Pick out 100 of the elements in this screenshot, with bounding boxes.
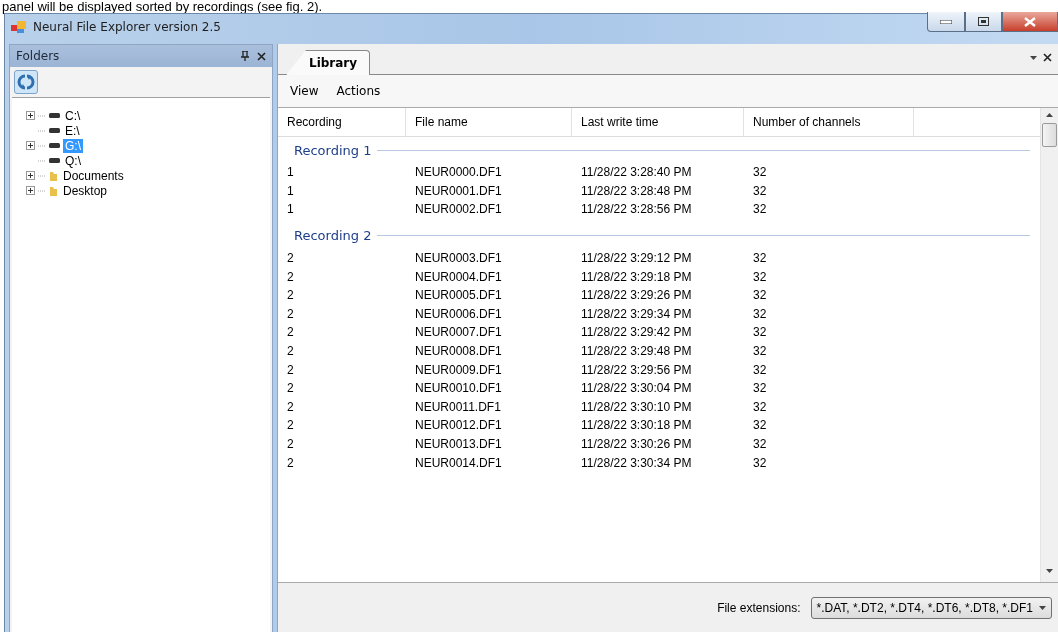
pin-icon[interactable] [241, 51, 249, 61]
scrollbar[interactable] [1040, 108, 1058, 582]
table-cell-text: 2 [286, 344, 295, 359]
expand-icon[interactable] [26, 186, 35, 195]
table-cell-text: NEUR0010.DF1 [414, 381, 503, 396]
maximize-button[interactable] [965, 12, 1002, 32]
table-cell-text: NEUR0013.DF1 [414, 437, 503, 451]
tree-line [38, 174, 46, 177]
extensions-dropdown[interactable]: *.DAT, *.DT2, *.DT4, *.DT6, *.DT8, *.DF1 [810, 596, 1052, 619]
table-cell-text: 11/28/22 3:30:34 PM [580, 455, 693, 470]
tree-line [38, 189, 46, 192]
table-cell-text: 2 [286, 306, 295, 321]
table-cell-text: NEUR0008.DF1 [414, 344, 503, 359]
column-header[interactable]: Recording [278, 108, 406, 136]
tree-item[interactable]: E:\ [63, 123, 82, 138]
expand-icon[interactable] [26, 141, 35, 150]
table-cell-text: NEUR0005.DF1 [414, 288, 503, 303]
column-header[interactable]: Last write time [572, 108, 744, 136]
column-header[interactable]: Number of channels [744, 108, 914, 136]
table-cell-text: 11/28/22 3:29:56 PM [580, 362, 693, 377]
table-cell-text: 11/28/22 3:30:26 PM [580, 437, 693, 451]
menu-item[interactable]: View [290, 84, 319, 98]
table-cell-text: NEUR0011.DF1 [414, 399, 502, 414]
close-icon[interactable] [257, 51, 266, 61]
table-cell-text: 11/28/22 3:28:56 PM [580, 202, 693, 217]
dropdown-icon [1030, 55, 1037, 60]
table-cell-text: NEUR0003.DF1 [414, 251, 503, 266]
table-cell-text: 32 [752, 183, 768, 198]
panel-title: Folders [16, 49, 60, 63]
tab[interactable]: Library [286, 50, 371, 75]
scroll-up-icon [1046, 113, 1053, 117]
table-cell-text: 2 [286, 288, 295, 303]
tree-line [38, 129, 46, 132]
table-cell-text: 2 [286, 362, 295, 377]
close-icon[interactable] [1043, 53, 1052, 62]
table-cell-text: NEUR0001.DF1 [414, 183, 503, 198]
table-cell-text: 11/28/22 3:30:10 PM [580, 399, 693, 414]
table-cell-text: 11/28/22 3:29:18 PM [580, 269, 693, 284]
table-cell-text: 32 [752, 399, 768, 414]
table-cell-text: 2 [286, 455, 295, 470]
menu-item[interactable]: Actions [336, 84, 381, 98]
table-cell-text: NEUR0012.DF1 [414, 418, 503, 433]
table-cell-text: 32 [752, 381, 768, 396]
table-cell-text: 32 [752, 362, 768, 377]
tree-item[interactable]: Q:\ [63, 153, 83, 168]
table-cell-text: NEUR0009.DF1 [414, 362, 503, 377]
table-cell-text: 11/28/22 3:29:26 PM [580, 288, 693, 303]
group-title: Recording 2 [294, 228, 372, 244]
table-cell-text: 32 [752, 306, 768, 321]
group-title: Recording 1 [294, 142, 372, 158]
table-cell-text: 1 [286, 183, 295, 198]
table-cell-text: NEUR0002.DF1 [414, 202, 503, 217]
table-cell-text: NEUR0000.DF1 [414, 165, 503, 180]
table-cell-text: 11/28/22 3:30:18 PM [580, 418, 693, 433]
scroll-thumb[interactable] [1042, 123, 1057, 147]
table-cell-text: 32 [752, 288, 768, 303]
table-cell-text: 32 [752, 269, 768, 284]
tree-line [38, 144, 46, 147]
drive-icon [49, 128, 60, 133]
table-cell-text: 32 [752, 325, 768, 340]
tree-line [38, 114, 46, 117]
column-header[interactable]: File name [406, 108, 572, 136]
minimize-icon [940, 19, 952, 24]
table-cell-text: 1 [286, 165, 295, 180]
drive-icon [49, 158, 60, 163]
table-cell-text: 32 [752, 251, 768, 266]
minimize-button[interactable] [927, 12, 965, 32]
close-button[interactable] [1002, 12, 1058, 32]
drive-icon [49, 143, 60, 148]
refresh-button[interactable] [14, 70, 38, 94]
table-cell-text: 2 [286, 251, 295, 266]
window-title: Neural File Explorer version 2.5 [33, 20, 221, 34]
table-cell-text: 11/28/22 3:29:34 PM [580, 306, 693, 321]
table-cell-text: 11/28/22 3:29:48 PM [580, 344, 693, 359]
tree-item[interactable]: Documents [61, 168, 126, 183]
maximize-icon [978, 17, 989, 26]
expand-icon[interactable] [26, 111, 35, 120]
close-icon [1024, 16, 1036, 27]
app-icon [11, 20, 27, 34]
expand-icon[interactable] [26, 171, 35, 180]
table-cell-text: 2 [286, 399, 295, 414]
table-cell-text: NEUR0007.DF1 [414, 325, 503, 340]
table-cell-text: 11/28/22 3:28:40 PM [580, 165, 693, 180]
field-label: File extensions: [717, 600, 801, 615]
caret-icon [1039, 605, 1046, 610]
table-cell-text: 2 [286, 437, 295, 451]
table-cell-text: 2 [286, 381, 295, 396]
table-cell-text: 32 [752, 455, 768, 470]
tree-item[interactable]: C:\ [63, 108, 83, 123]
folder-icon [49, 185, 58, 196]
drive-icon [49, 113, 60, 118]
table-cell-text: 11/28/22 3:28:48 PM [580, 183, 693, 198]
table-cell-text: 32 [752, 437, 768, 451]
table-cell-text: NEUR0014.DF1 [414, 455, 503, 470]
table-cell-text: 32 [752, 344, 768, 359]
scroll-down-icon [1046, 569, 1053, 573]
tree-item[interactable]: Desktop [61, 183, 110, 198]
table-cell-text: NEUR0004.DF1 [414, 269, 503, 284]
table-cell-text: 32 [752, 165, 768, 180]
folder-icon [49, 170, 58, 181]
